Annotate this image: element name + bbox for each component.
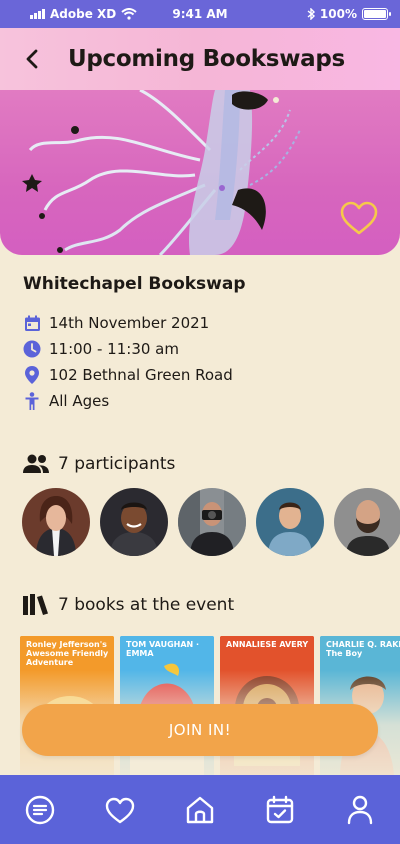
avatar[interactable] [178, 488, 246, 556]
books-icon [22, 594, 50, 616]
event-address[interactable]: 102 Bethnal Green Road [49, 366, 233, 384]
avatar[interactable] [256, 488, 324, 556]
home-icon [186, 796, 214, 823]
participant-photo [178, 488, 246, 556]
event-title: Whitechapel Bookswap [23, 274, 246, 294]
avatar[interactable] [22, 488, 90, 556]
event-ages-row: All Ages [23, 392, 109, 410]
event-date-row: 14th November 2021 [23, 314, 209, 332]
clock-icon [23, 340, 41, 358]
heart-outline-icon [340, 201, 378, 235]
calendar-check-icon [266, 795, 294, 823]
book-title: Ronley Jefferson's Awesome Friendly Adve… [26, 640, 109, 668]
participant-photo [334, 488, 400, 556]
app-header: Upcoming Bookswaps [0, 28, 400, 90]
battery-level [364, 10, 386, 18]
menu-circle-icon [25, 795, 55, 824]
tab-home[interactable] [176, 786, 224, 834]
books-heading: 7 books at the event [22, 594, 234, 616]
event-time-row: 11:00 - 11:30 am [23, 340, 179, 358]
people-icon [22, 453, 50, 475]
participant-photo [256, 488, 324, 556]
calendar-icon [23, 314, 41, 332]
event-address-row: 102 Bethnal Green Road [23, 366, 233, 384]
book-title: ANNALIESE AVERY [226, 640, 309, 649]
favorite-button[interactable] [338, 198, 380, 240]
bottom-tab-bar [0, 775, 400, 844]
person-icon [347, 795, 373, 824]
back-button[interactable] [8, 35, 56, 83]
event-time: 11:00 - 11:30 am [49, 340, 179, 358]
tab-calendar[interactable] [256, 786, 304, 834]
location-pin-icon [23, 366, 41, 384]
battery-icon [362, 8, 391, 20]
event-hero-image [0, 90, 400, 255]
participant-photo [100, 488, 168, 556]
tab-profile[interactable] [336, 786, 384, 834]
participants-heading: 7 participants [22, 453, 175, 475]
avatar[interactable] [334, 488, 400, 556]
join-button[interactable]: JOIN IN! [22, 704, 378, 756]
page-title: Upcoming Bookswaps [68, 46, 345, 72]
heart-icon [105, 797, 135, 823]
event-date: 14th November 2021 [49, 314, 210, 332]
book-title: TOM VAUGHAN · EMMA [126, 640, 200, 659]
books-count: 7 books at the event [58, 595, 235, 615]
tab-favorites[interactable] [96, 786, 144, 834]
tab-menu[interactable] [16, 786, 64, 834]
status-bar: Adobe XD 9:41 AM 100% [0, 0, 400, 28]
participant-avatars [22, 488, 400, 556]
chevron-left-icon [26, 49, 38, 69]
clock: 9:41 AM [172, 7, 228, 21]
event-ages: All Ages [49, 392, 110, 410]
child-icon [23, 392, 41, 410]
participants-count: 7 participants [58, 454, 176, 474]
participant-photo [22, 488, 90, 556]
book-title: CHARLIE Q. RAKE · The Boy [326, 640, 400, 659]
avatar[interactable] [100, 488, 168, 556]
